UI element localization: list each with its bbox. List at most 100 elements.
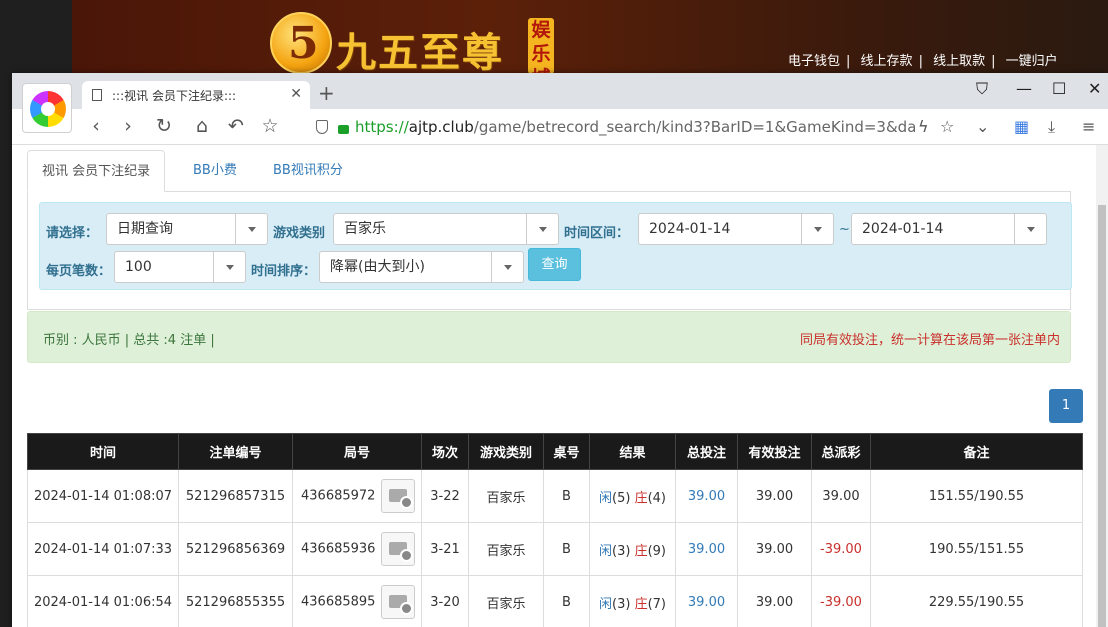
cell-time: 2024-01-14 01:07:33 (27, 522, 179, 576)
video-replay-icon[interactable] (381, 532, 416, 566)
cell-valid-bet: 39.00 (737, 575, 812, 627)
cell-table: B (543, 469, 590, 523)
query-button[interactable]: 查询 (528, 248, 581, 281)
chevron-down-icon (213, 252, 245, 282)
cell-round: 436685972 (292, 469, 422, 523)
cell-result: 闲(3) 庄(7) (589, 575, 676, 627)
video-replay-icon[interactable] (381, 585, 416, 619)
date-to-select[interactable]: 2024-01-14 (851, 213, 1047, 245)
lightning-icon[interactable]: ϟ (918, 117, 929, 136)
cell-game: 百家乐 (468, 522, 544, 576)
favorite-icon[interactable]: ☆ (940, 117, 954, 136)
page-scrollbar[interactable] (1096, 145, 1108, 627)
sort-select[interactable]: 降幂(由大到小) (319, 251, 524, 283)
pagination-page-1[interactable]: 1 (1049, 389, 1083, 423)
lock-icon[interactable] (338, 124, 349, 134)
browser-window: :::视讯 会员下注纪录::: ✕ + ⛉ — ☐ ✕ ‹ › ↻ ⌂ ↶ ☆ … (12, 73, 1108, 627)
menu-icon[interactable]: ≡ (1082, 117, 1095, 136)
notice-text: 同局有效投注，统一计算在该局第一张注单内 (799, 333, 1060, 348)
scrollbar-thumb[interactable] (1098, 205, 1106, 627)
cell-table: B (543, 575, 590, 627)
cell-remark: 151.55/190.55 (870, 469, 1083, 523)
cell-payout: -39.00 (811, 522, 871, 576)
per-page-select[interactable]: 100 (114, 251, 246, 283)
tab-title: :::视讯 会员下注纪录::: (112, 88, 237, 103)
home-icon[interactable]: ⌂ (190, 115, 214, 137)
chevron-down-icon[interactable]: ⌄ (976, 117, 989, 136)
cell-total-bet[interactable]: 39.00 (675, 522, 738, 576)
game-type-select[interactable]: 百家乐 (333, 213, 559, 245)
document-icon (92, 89, 102, 101)
tab-bet-records[interactable]: 视讯 会员下注纪录 (27, 150, 166, 192)
cell-bet-id: 521296857315 (178, 469, 293, 523)
link-consolidate[interactable]: 一键归户 (1006, 54, 1058, 69)
undo-icon[interactable]: ↶ (224, 115, 248, 137)
link-wallet[interactable]: 电子钱包 (788, 54, 840, 69)
cell-result: 闲(5) 庄(4) (589, 469, 676, 523)
cell-table: B (543, 522, 590, 576)
sort-label: 时间排序： (251, 264, 317, 279)
minimize-icon[interactable]: — (1016, 79, 1032, 98)
maximize-icon[interactable]: ☐ (1052, 79, 1066, 98)
cell-total-bet[interactable]: 39.00 (675, 469, 738, 523)
time-range-label: 时间区间： (564, 226, 630, 241)
cell-game: 百家乐 (468, 575, 544, 627)
shirt-icon[interactable]: ⛉ (976, 79, 988, 99)
cell-session: 3-21 (421, 522, 469, 576)
per-page-label: 每页笔数： (46, 264, 112, 279)
cell-round: 436685895 (292, 575, 422, 627)
browser-titlebar: :::视讯 会员下注纪录::: ✕ + ⛉ — ☐ ✕ (12, 73, 1108, 109)
site-logo-badge: 5 (270, 12, 332, 74)
table-row: 2024-01-14 01:06:54 521296855355 4366858… (27, 575, 1083, 627)
link-withdraw[interactable]: 线上取款 (933, 54, 985, 69)
cell-total-bet[interactable]: 39.00 (675, 575, 738, 627)
tab-bb-points[interactable]: BB视讯积分 (259, 150, 357, 192)
col-game: 游戏类别 (468, 433, 544, 470)
bookmark-star-icon[interactable]: ☆ (258, 115, 282, 137)
site-links: 电子钱包 | 线上存款 | 线上取款 | 一键归户 (788, 54, 1058, 69)
cell-payout: -39.00 (811, 575, 871, 627)
link-deposit[interactable]: 线上存款 (861, 54, 913, 69)
col-round: 局号 (292, 433, 422, 470)
filter-panel: 请选择： 日期查询 游戏类别 百家乐 时间区间： 2024-01-14 ~ 20… (27, 192, 1072, 310)
reload-icon[interactable]: ↻ (152, 115, 176, 137)
cell-valid-bet: 39.00 (737, 469, 812, 523)
apps-grid-icon[interactable]: ▦ (1014, 117, 1029, 136)
site-logo-tag: 娱乐城 (528, 18, 554, 89)
col-total-bet: 总投注 (675, 433, 738, 470)
tab-bb-tips[interactable]: BB小费 (179, 150, 251, 192)
chevron-down-icon (235, 214, 267, 244)
col-session: 场次 (421, 433, 469, 470)
download-icon[interactable]: ⤓ (1048, 117, 1055, 137)
cell-time: 2024-01-14 01:06:54 (27, 575, 179, 627)
tab-close-icon[interactable]: ✕ (290, 86, 302, 102)
col-time: 时间 (27, 433, 179, 470)
col-result: 结果 (589, 433, 676, 470)
chevron-down-icon (801, 214, 833, 244)
date-from-select[interactable]: 2024-01-14 (638, 213, 834, 245)
forward-icon[interactable]: › (116, 115, 140, 137)
video-replay-icon[interactable] (381, 479, 416, 513)
back-icon[interactable]: ‹ (84, 115, 108, 137)
url-text[interactable]: https://ajtp.club/game/betrecord_search/… (355, 118, 915, 136)
address-bar[interactable]: https://ajtp.club/game/betrecord_search/… (302, 113, 970, 141)
shield-icon[interactable] (316, 120, 328, 134)
new-tab-icon[interactable]: + (318, 81, 335, 105)
cell-valid-bet: 39.00 (737, 522, 812, 576)
chevron-down-icon (526, 214, 558, 244)
query-type-select[interactable]: 日期查询 (106, 213, 268, 245)
game-type-label: 游戏类别 (273, 226, 326, 241)
filter-box: 请选择： 日期查询 游戏类别 百家乐 时间区间： 2024-01-14 ~ 20… (39, 202, 1072, 290)
col-valid-bet: 有效投注 (737, 433, 812, 470)
cell-bet-id: 521296856369 (178, 522, 293, 576)
window-close-icon[interactable]: ✕ (1088, 79, 1101, 98)
table-row: 2024-01-14 01:07:33 521296856369 4366859… (27, 522, 1083, 576)
cell-round: 436685936 (292, 522, 422, 576)
cell-session: 3-20 (421, 575, 469, 627)
cell-bet-id: 521296855355 (178, 575, 293, 627)
select-label: 请选择： (46, 226, 99, 241)
browser-app-logo[interactable] (22, 83, 72, 133)
site-header: 5 九五至尊 娱乐城 电子钱包| 线上存款| 线上取款| 一键归户 (72, 0, 1108, 89)
col-remark: 备注 (870, 433, 1083, 470)
browser-tab[interactable]: :::视讯 会员下注纪录::: ✕ (82, 81, 310, 109)
